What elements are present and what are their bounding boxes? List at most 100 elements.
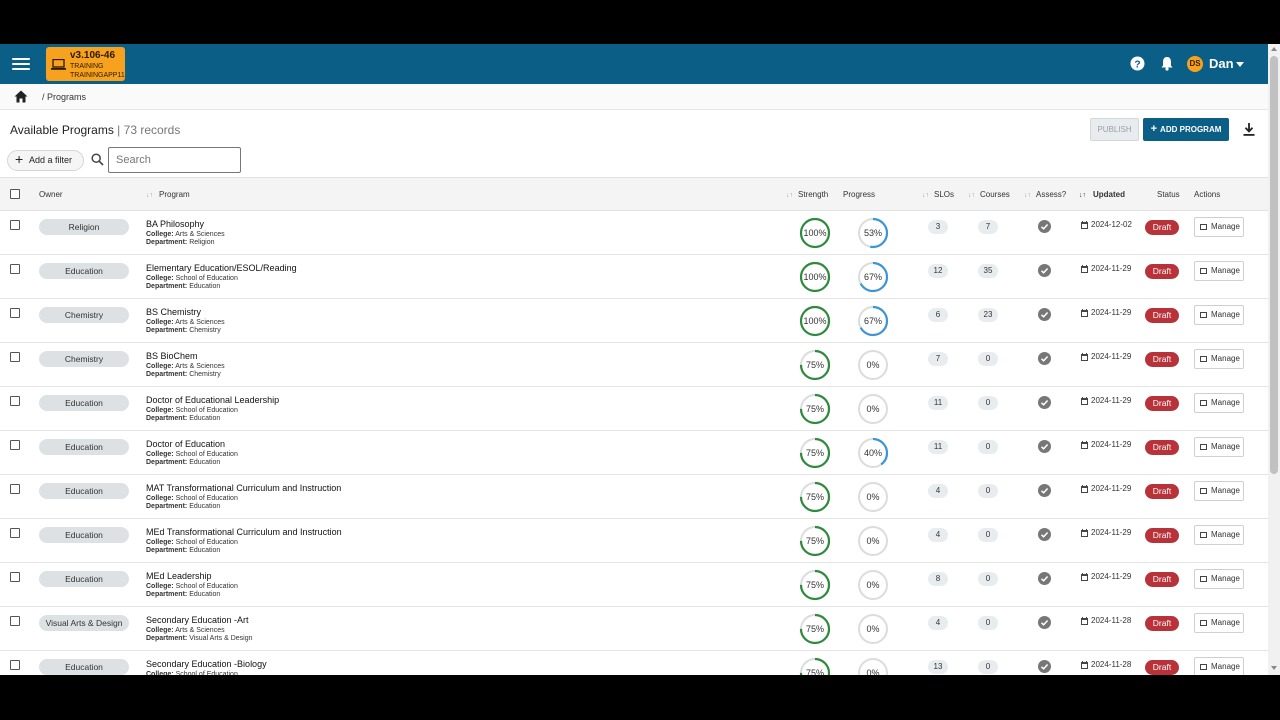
row-checkbox[interactable] (10, 440, 20, 450)
column-courses[interactable]: Courses (980, 190, 1010, 199)
table-row[interactable]: Education Elementary Education/ESOL/Read… (0, 255, 1268, 299)
column-assess[interactable]: Assess? (1036, 190, 1066, 199)
manage-button[interactable]: Manage (1194, 481, 1244, 501)
row-checkbox[interactable] (10, 220, 20, 230)
assess-check-icon (1038, 572, 1051, 585)
row-checkbox[interactable] (10, 572, 20, 582)
calendar-icon (1081, 397, 1088, 405)
programs-table-body: Religion BA Philosophy College: Arts & S… (0, 211, 1268, 675)
row-checkbox[interactable] (10, 396, 20, 406)
updated-date: 2024-11-29 (1091, 440, 1132, 449)
calendar-icon (1081, 485, 1088, 493)
download-icon[interactable] (1243, 123, 1255, 136)
progress-value: 0% (866, 624, 880, 634)
home-icon[interactable] (14, 90, 28, 103)
updated-date: 2024-11-28 (1091, 660, 1132, 669)
program-name[interactable]: Secondary Education -Art (146, 615, 249, 625)
avatar[interactable]: DS (1187, 56, 1203, 72)
row-checkbox[interactable] (10, 308, 20, 318)
column-program[interactable]: Program (159, 190, 190, 199)
help-icon[interactable]: ? (1130, 56, 1145, 71)
row-checkbox[interactable] (10, 616, 20, 626)
program-meta: College: Arts & Sciences Department: Vis… (146, 627, 252, 643)
add-filter-button[interactable]: + Add a filter (7, 150, 84, 171)
app-window: v3.106-46 TRAINING TRAININGAPP11 ? DS Da… (0, 44, 1280, 675)
program-name[interactable]: BS BioChem (146, 351, 198, 361)
scrollbar-thumb[interactable] (1270, 56, 1278, 474)
sort-icon[interactable]: ↓↑ (786, 192, 793, 199)
table-row[interactable]: Chemistry BS Chemistry College: Arts & S… (0, 299, 1268, 343)
progress-value: 0% (866, 404, 880, 414)
manage-button[interactable]: Manage (1194, 437, 1244, 457)
row-checkbox[interactable] (10, 352, 20, 362)
table-row[interactable]: Education Secondary Education -Biology C… (0, 651, 1268, 675)
manage-button[interactable]: Manage (1194, 569, 1244, 589)
program-name[interactable]: MAT Transformational Curriculum and Inst… (146, 483, 341, 493)
status-badge: Draft (1145, 396, 1179, 411)
row-checkbox[interactable] (10, 660, 20, 670)
manage-label: Manage (1211, 354, 1240, 363)
manage-button[interactable]: Manage (1194, 393, 1244, 413)
program-name[interactable]: BA Philosophy (146, 219, 204, 229)
program-name[interactable]: Doctor of Educational Leadership (146, 395, 279, 405)
scroll-down-icon[interactable] (1271, 666, 1277, 670)
table-row[interactable]: Education Doctor of Education College: S… (0, 431, 1268, 475)
column-strength[interactable]: Strength (798, 190, 828, 199)
row-checkbox[interactable] (10, 264, 20, 274)
program-name[interactable]: Secondary Education -Biology (146, 659, 267, 669)
program-name[interactable]: Doctor of Education (146, 439, 225, 449)
manage-button[interactable]: Manage (1194, 349, 1244, 369)
table-row[interactable]: Religion BA Philosophy College: Arts & S… (0, 211, 1268, 255)
table-row[interactable]: Visual Arts & Design Secondary Education… (0, 607, 1268, 651)
assess-check-icon (1038, 352, 1051, 365)
college-value: School of Education (175, 275, 238, 282)
column-slos[interactable]: SLOs (934, 190, 954, 199)
program-name[interactable]: MEd Transformational Curriculum and Inst… (146, 527, 342, 537)
manage-button[interactable]: Manage (1194, 613, 1244, 633)
slos-count: 11 (928, 440, 948, 454)
scroll-up-icon[interactable] (1271, 47, 1277, 51)
sort-icon[interactable]: ↓↑ (146, 192, 153, 199)
hamburger-menu-icon[interactable] (12, 55, 30, 73)
breadcrumb-current[interactable]: / Programs (42, 92, 86, 102)
sort-icon[interactable]: ↓↑ (968, 192, 975, 199)
column-owner[interactable]: Owner (39, 190, 63, 199)
program-name[interactable]: MEd Leadership (146, 571, 212, 581)
select-all-checkbox[interactable] (10, 189, 20, 199)
bell-icon[interactable] (1160, 56, 1174, 71)
owner-badge: Education (39, 263, 129, 279)
slos-count: 13 (928, 660, 948, 674)
table-row[interactable]: Education MEd Leadership College: School… (0, 563, 1268, 607)
program-name[interactable]: BS Chemistry (146, 307, 201, 317)
sort-icon[interactable]: ↓↑ (922, 192, 929, 199)
table-row[interactable]: Education MEd Transformational Curriculu… (0, 519, 1268, 563)
add-program-button[interactable]: + ADD PROGRAM (1143, 118, 1229, 141)
publish-button[interactable]: PUBLISH (1090, 118, 1139, 141)
row-checkbox[interactable] (10, 528, 20, 538)
scrollbar[interactable] (1268, 44, 1280, 675)
strength-value: 75% (805, 404, 824, 414)
manage-button[interactable]: Manage (1194, 217, 1244, 237)
table-row[interactable]: Education Doctor of Educational Leadersh… (0, 387, 1268, 431)
program-name[interactable]: Elementary Education/ESOL/Reading (146, 263, 297, 273)
search-input[interactable] (108, 147, 241, 173)
column-progress[interactable]: Progress (843, 190, 875, 199)
chevron-down-icon[interactable] (1236, 62, 1244, 67)
table-row[interactable]: Chemistry BS BioChem College: Arts & Sci… (0, 343, 1268, 387)
department-value: Education (189, 547, 221, 554)
sort-desc-icon[interactable]: ↓↑ (1079, 192, 1086, 199)
user-name[interactable]: Dan (1209, 56, 1234, 71)
department-value: Education (189, 415, 221, 422)
table-row[interactable]: Education MAT Transformational Curriculu… (0, 475, 1268, 519)
status-badge: Draft (1145, 308, 1179, 323)
manage-button[interactable]: Manage (1194, 305, 1244, 325)
sort-icon[interactable]: ↓↑ (1024, 192, 1031, 199)
column-status[interactable]: Status (1157, 190, 1180, 199)
manage-button[interactable]: Manage (1194, 261, 1244, 281)
row-checkbox[interactable] (10, 484, 20, 494)
updated-date: 2024-11-28 (1091, 616, 1132, 625)
column-updated[interactable]: Updated (1093, 190, 1125, 199)
manage-button[interactable]: Manage (1194, 525, 1244, 545)
manage-button[interactable]: Manage (1194, 657, 1244, 675)
assess-check-icon (1038, 616, 1051, 629)
